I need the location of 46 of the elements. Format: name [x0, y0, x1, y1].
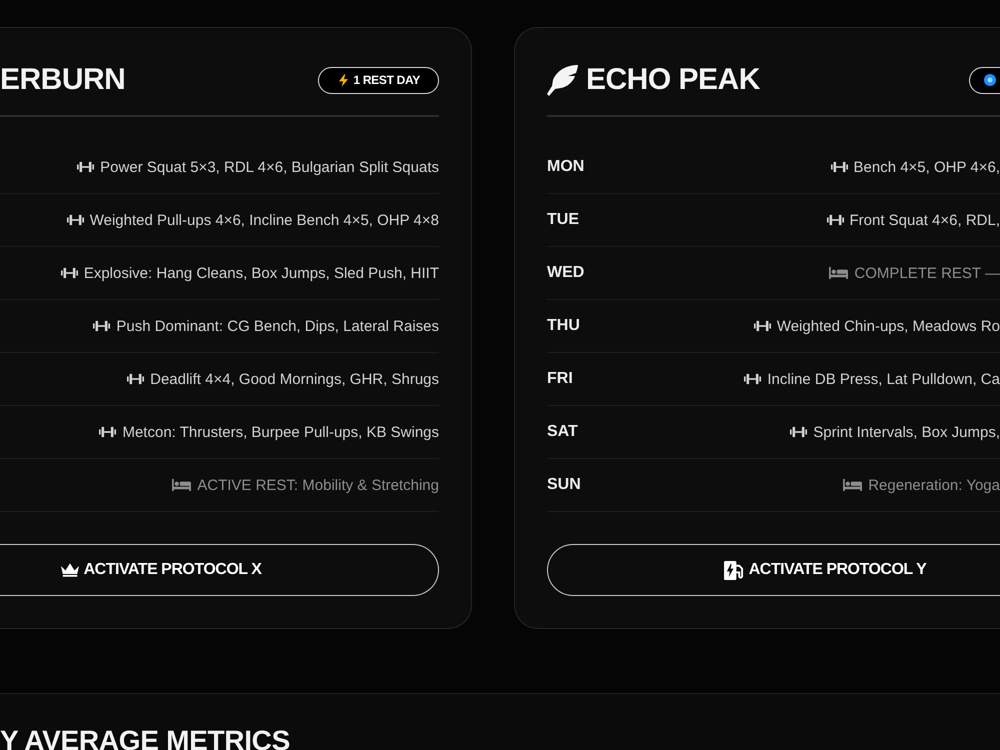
dumbbell-icon: [826, 214, 844, 226]
workout-text: Deadlift 4×4, Good Mornings, GHR, Shrugs: [150, 370, 439, 388]
bed-icon: [172, 479, 192, 491]
dot-icon: [984, 74, 996, 86]
dumbbell-icon: [790, 426, 808, 438]
dumbbell-icon: [99, 426, 116, 438]
dumbbell-icon: [744, 373, 762, 385]
day-label: WED: [547, 264, 584, 282]
section-heading: Y AVERAGE METRICS: [0, 730, 291, 750]
workout-text: Sprint Intervals, Box Jumps,: [813, 424, 1000, 440]
workout-text: Regeneration: Yoga: [868, 476, 1000, 494]
bed-icon: [829, 267, 848, 279]
workout-text: Front Squat 4×6, RDL,: [850, 212, 1000, 228]
workout-text: COMPLETE REST —: [854, 264, 1000, 282]
day-label: TUE: [547, 211, 579, 229]
workout-text: Push Dominant: CG Bench, Dips, Lateral Raises: [116, 318, 439, 334]
day-label: SUN: [547, 476, 581, 494]
card-title: ECHO PEAK: [586, 62, 760, 98]
dumbbell-icon: [66, 214, 84, 226]
dumbbell-icon: [754, 320, 771, 332]
bed-icon: [843, 479, 862, 491]
activate-button[interactable]: ACTIVATE PROTOCOL Y: [547, 544, 1000, 596]
dumbbell-icon: [127, 373, 144, 385]
badge-label: 1 REST DAY: [353, 73, 420, 87]
day-label: FRI: [547, 370, 573, 388]
crown-icon: [60, 563, 79, 577]
dumbbell-icon: [93, 320, 110, 332]
day-label: SAT: [547, 423, 578, 441]
lightning-icon: [339, 74, 348, 86]
charging-station-icon: [724, 560, 744, 580]
dumbbell-icon: [77, 161, 94, 173]
workout-text: Incline DB Press, Lat Pulldown, Ca: [767, 370, 1000, 388]
workout-text: Explosive: Hang Cleans, Box Jumps, Sled Push, HIIT: [84, 264, 439, 282]
day-label: THU: [547, 317, 580, 335]
card-title: ERBURN: [0, 62, 126, 98]
dumbbell-icon: [830, 161, 848, 173]
workout-text: Power Squat 5×3, RDL 4×6, Bulgarian Split Squats: [100, 158, 439, 176]
workout-text: Weighted Pull-ups 4×6, Incline Bench 4×5, OHP 4×8: [90, 212, 439, 228]
day-label: MON: [547, 158, 584, 176]
workout-text: Metcon: Thrusters, Burpee Pull-ups, KB Swings: [122, 424, 439, 440]
workout-text: Bench 4×5, OHP 4×6,: [854, 158, 1000, 176]
feather-icon: [547, 64, 579, 96]
workout-text: Weighted Chin-ups, Meadows Ro: [776, 318, 1000, 334]
dumbbell-icon: [60, 267, 78, 279]
workout-text: ACTIVE REST: Mobility & Stretching: [197, 476, 439, 494]
activate-button[interactable]: ACTIVATE PROTOCOL X: [0, 544, 439, 596]
